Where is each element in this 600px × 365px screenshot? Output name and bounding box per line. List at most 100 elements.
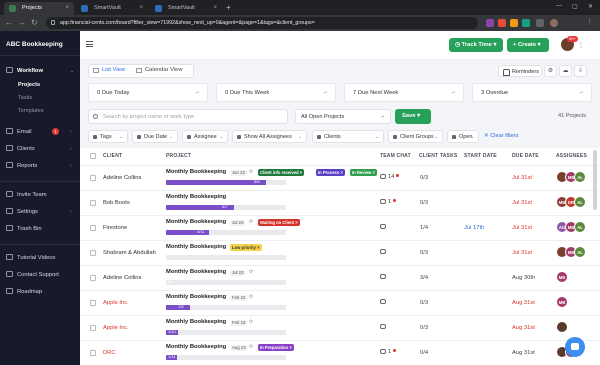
reminders-button[interactable]: Reminders <box>498 65 542 77</box>
settings-icon[interactable]: ⚙ <box>544 65 557 77</box>
profile-avatar[interactable] <box>550 19 558 27</box>
team-chat[interactable] <box>380 299 388 305</box>
cloud-icon[interactable]: ☁ <box>559 65 572 77</box>
project-name[interactable]: Monthly Bookkeeping <box>166 219 226 225</box>
filter-assignee[interactable]: Assignee ⌄ <box>182 130 228 143</box>
chevron-left-icon[interactable]: ‹ <box>70 129 72 135</box>
project-name[interactable]: Monthly Bookkeeping <box>166 169 226 175</box>
project-name[interactable]: Monthly Bookkeeping <box>166 294 226 300</box>
client-tasks[interactable]: 0/4 <box>420 350 428 356</box>
sidebar-item-settings[interactable]: Settings <box>6 208 38 215</box>
clear-filters-link[interactable]: ✕ Clear filters <box>484 133 519 139</box>
client-tasks[interactable]: 0/3 <box>420 325 428 331</box>
client-name[interactable]: Adeline Collins <box>103 275 141 281</box>
client-tasks[interactable]: 0/3 <box>420 200 428 206</box>
status-tag[interactable]: In Preparation × <box>258 344 294 351</box>
filter-tags[interactable]: Tags ⌄ <box>88 130 128 143</box>
team-chat[interactable] <box>380 274 388 280</box>
client-name[interactable]: Shabram & Abdullah <box>103 250 156 256</box>
client-tasks[interactable]: 0/3 <box>420 250 428 256</box>
sidebar-item-tasks[interactable]: Tasks <box>18 95 32 101</box>
sidebar-item-workflow[interactable]: Workflow <box>6 67 43 74</box>
track-time-button[interactable]: ◷ Track Time ▾ <box>449 38 503 52</box>
row-checkbox[interactable] <box>90 250 96 256</box>
client-name[interactable]: Bob Boots <box>103 200 130 206</box>
client-name[interactable]: Adeline Collins <box>103 175 141 181</box>
browser-menu-icon[interactable]: ⋮ <box>586 18 593 26</box>
team-chat[interactable]: 14 <box>380 174 400 180</box>
row-checkbox[interactable] <box>90 225 96 231</box>
table-row[interactable]: Bob Boots Monthly Bookkeeping 4/7 1 0/3 Jul 3… <box>80 190 600 215</box>
status-tag[interactable]: In Review × <box>350 169 377 176</box>
tab-list-view[interactable]: List View <box>92 67 125 73</box>
sidebar-item-trash-bin[interactable]: Trash Bin <box>6 225 42 232</box>
browser-tab-smartvault-2[interactable]: SmartVault × <box>150 2 222 15</box>
tab-calendar-view[interactable]: Calendar View <box>135 67 183 73</box>
table-row[interactable]: Firestone Monthly Bookkeeping Jul 23 ⟳ Waiti… <box>80 215 600 240</box>
assignee-avatar[interactable]: MB <box>556 271 568 283</box>
row-checkbox[interactable] <box>90 175 96 181</box>
table-row[interactable]: Shabram & Abdullah Monthly Bookkeeping Low… <box>80 240 600 265</box>
row-checkbox[interactable] <box>90 200 96 206</box>
save-button[interactable]: Save ▾ <box>395 109 431 124</box>
column-header-assignees[interactable]: ASSIGNEES <box>556 153 587 159</box>
close-icon[interactable]: × <box>213 5 217 11</box>
browser-tab-projects[interactable]: Projects × <box>4 2 74 15</box>
extension-icon[interactable] <box>498 19 506 27</box>
filter-show-all-assignees[interactable]: Show All Assignees ⌄ <box>232 130 307 143</box>
team-chat[interactable] <box>380 324 388 330</box>
forward-icon[interactable]: → <box>18 18 26 27</box>
status-tag[interactable]: Low priority × <box>230 244 262 251</box>
card-due-today[interactable]: 0 Due Today → <box>88 83 208 102</box>
table-row[interactable]: DRC Monthly Bookkeeping Aug 23 ⟳ In Preparat… <box>80 340 600 365</box>
assignee-avatar[interactable]: AL <box>574 246 586 258</box>
sidebar-item-email[interactable]: Email <box>6 128 32 135</box>
window-close-icon[interactable]: ✕ <box>588 3 593 10</box>
sidebar-item-contact-support[interactable]: Contact Support <box>6 271 59 278</box>
sidebar-item-projects[interactable]: Projects <box>18 82 40 88</box>
create-button[interactable]: + Create ▾ <box>507 38 549 52</box>
back-icon[interactable]: ← <box>5 18 13 27</box>
column-header-team-chat[interactable]: TEAM CHAT <box>380 153 411 159</box>
team-chat[interactable]: 1 <box>380 349 397 355</box>
select-all-checkbox[interactable] <box>90 153 96 159</box>
team-chat[interactable] <box>380 224 388 230</box>
column-header-due-date[interactable]: DUE DATE <box>512 153 539 159</box>
card-due-this-week[interactable]: 0 Due This Week → <box>216 83 336 102</box>
row-checkbox[interactable] <box>90 350 96 356</box>
extension-icon[interactable] <box>510 19 518 27</box>
chevron-down-icon[interactable]: ⌄ <box>70 68 74 74</box>
more-icon[interactable]: ⋮ <box>578 42 584 49</box>
table-row[interactable]: Apple Inc. Monthly Bookkeeping Feb 23 ⟳ 1/10… <box>80 315 600 340</box>
download-icon[interactable]: ⇩ <box>574 65 587 77</box>
chat-widget-button[interactable] <box>565 337 585 357</box>
project-name[interactable]: Monthly Bookkeeping <box>166 344 226 350</box>
assignee-avatar[interactable] <box>556 321 568 333</box>
close-icon[interactable]: × <box>65 5 69 11</box>
table-row[interactable]: Apple Inc. Monthly Bookkeeping Feb 22 ⟳ 1/5 0… <box>80 290 600 315</box>
client-tasks[interactable]: 1/4 <box>420 225 428 231</box>
column-header-client-tasks[interactable]: CLIENT TASKS <box>419 153 457 159</box>
column-header-project[interactable]: PROJECT <box>166 153 191 159</box>
table-row[interactable]: Adeline Collins Monthly Bookkeeping Jul 23… <box>80 265 600 290</box>
status-tag[interactable]: Client info received × <box>258 169 305 176</box>
team-chat[interactable]: 1 <box>380 199 397 205</box>
assignee-avatar[interactable]: AL <box>574 196 586 208</box>
column-header-start-date[interactable]: START DATE <box>464 153 497 159</box>
client-name[interactable]: DRC <box>103 350 116 356</box>
maximize-icon[interactable]: ▢ <box>572 3 578 10</box>
new-tab-icon[interactable]: + <box>226 3 231 12</box>
chevron-left-icon[interactable]: ‹ <box>70 163 72 169</box>
client-name[interactable]: Firestone <box>103 225 127 231</box>
assignee-avatar[interactable]: MB <box>556 296 568 308</box>
client-name[interactable]: Apple Inc. <box>103 300 129 306</box>
client-name[interactable]: Apple Inc. <box>103 325 129 331</box>
scrollbar[interactable] <box>593 150 597 210</box>
client-tasks[interactable]: 0/3 <box>420 300 428 306</box>
row-checkbox[interactable] <box>90 325 96 331</box>
status-tag[interactable]: In Process × <box>316 169 345 176</box>
chevron-left-icon[interactable]: ‹ <box>70 209 72 215</box>
reload-icon[interactable]: ↻ <box>31 18 38 27</box>
search-input[interactable]: Search by project name or work type <box>88 109 288 124</box>
status-tag[interactable]: Waiting on Client × <box>258 219 300 226</box>
